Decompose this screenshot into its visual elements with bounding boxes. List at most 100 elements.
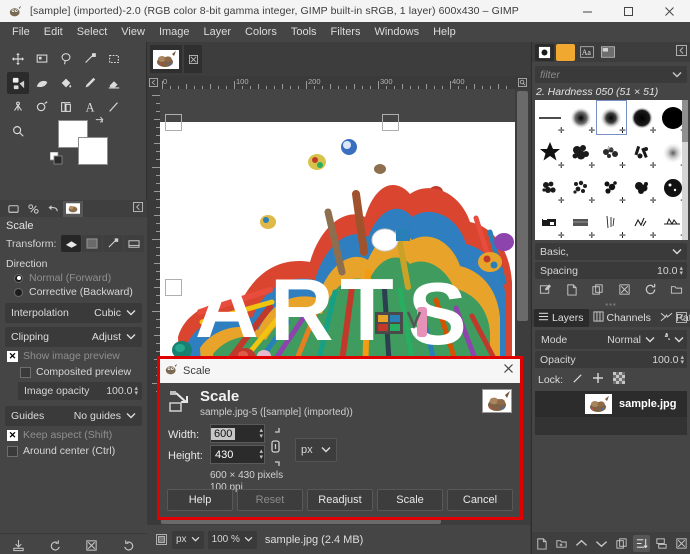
fonts-tab[interactable]: Aa <box>577 44 596 61</box>
image-opacity-slider[interactable]: Image opacity 100.0 ▴▾ <box>18 382 142 400</box>
chevron-down-icon[interactable] <box>672 69 682 81</box>
layer-list[interactable]: sample.jpg <box>535 391 687 435</box>
transform-image-icon[interactable] <box>124 235 144 252</box>
menu-help[interactable]: Help <box>426 24 463 40</box>
duplicate-brush-icon[interactable] <box>591 283 604 299</box>
brush-filter-bar[interactable]: filter <box>535 66 687 83</box>
layer-opacity-row[interactable]: Opacity 100.0 ▴▾ <box>535 351 687 368</box>
menu-image[interactable]: Image <box>152 24 197 40</box>
pencil-tool[interactable] <box>79 72 101 94</box>
brush-cell[interactable]: ✛ <box>535 205 566 240</box>
maximize-button[interactable] <box>608 0 649 22</box>
edit-brush-icon[interactable] <box>539 283 552 299</box>
close-button[interactable] <box>649 0 690 22</box>
unified-transform-tool[interactable] <box>7 72 29 94</box>
save-tool-preset-icon[interactable] <box>12 539 25 552</box>
ruler-origin-icon[interactable] <box>147 76 160 89</box>
new-layer-group-icon[interactable] <box>553 535 570 552</box>
transform-path-icon[interactable] <box>103 235 123 252</box>
brush-indicator-icon[interactable] <box>3 201 23 217</box>
menu-view[interactable]: View <box>114 24 152 40</box>
guides-combo[interactable]: Guides No guides <box>5 406 142 426</box>
refresh-brushes-icon[interactable] <box>644 283 657 299</box>
spinner-arrows-icon[interactable]: ▴▾ <box>259 446 263 463</box>
brush-cell[interactable]: ✛ <box>596 205 627 240</box>
reset-button[interactable]: Reset <box>237 489 303 511</box>
measure-tool[interactable] <box>103 96 125 118</box>
tab-channels[interactable]: Channels <box>589 309 656 327</box>
brush-cell[interactable]: ✛ <box>627 205 658 240</box>
spinner-arrows-icon[interactable]: ▴▾ <box>134 386 138 396</box>
image-tab-sample[interactable] <box>150 45 182 73</box>
menu-filters[interactable]: Filters <box>324 24 368 40</box>
brush-cell[interactable]: ✛ <box>535 135 566 170</box>
open-brush-folder-icon[interactable] <box>670 283 683 299</box>
delete-brush-icon[interactable] <box>618 283 631 299</box>
horizontal-ruler[interactable]: 0 100 200 300 400 <box>147 76 530 89</box>
delete-tool-preset-icon[interactable] <box>85 539 98 552</box>
layer-item-sample[interactable]: sample.jpg <box>535 391 687 417</box>
lock-position-icon[interactable] <box>592 372 604 387</box>
smudge-tool[interactable] <box>7 96 29 118</box>
menu-windows[interactable]: Windows <box>367 24 426 40</box>
new-brush-icon[interactable] <box>565 283 578 299</box>
transform-handle-top-right[interactable] <box>382 114 399 131</box>
move-tool[interactable] <box>7 48 29 70</box>
lock-alpha-icon[interactable] <box>613 372 625 387</box>
brush-cell-hardness-050[interactable]: ✛ <box>596 100 627 135</box>
eraser-tool[interactable] <box>103 72 125 94</box>
spinner-arrows-icon[interactable]: ▴▾ <box>679 266 683 276</box>
brush-cell[interactable]: ✛ <box>627 100 658 135</box>
switch-to-default-mode-icon[interactable] <box>659 333 670 346</box>
background-color-swatch[interactable] <box>78 137 108 165</box>
clone-tool[interactable] <box>31 96 53 118</box>
brush-cell[interactable]: ✛ <box>566 135 597 170</box>
brush-tag-selector[interactable]: Basic, <box>535 243 687 260</box>
interpolation-combo[interactable]: Interpolation Cubic <box>5 303 142 323</box>
brush-grid-scrollbar[interactable] <box>682 100 688 240</box>
cancel-button[interactable]: Cancel <box>447 489 513 511</box>
transform-layer-icon[interactable] <box>61 235 81 252</box>
transform-handle-top-left[interactable] <box>165 114 182 131</box>
active-image-indicator-icon[interactable] <box>63 201 83 217</box>
menu-colors[interactable]: Colors <box>238 24 284 40</box>
restore-tool-preset-icon[interactable] <box>49 539 62 552</box>
scale-dialog-close-icon[interactable] <box>503 363 514 376</box>
around-center-row[interactable]: Around center (Ctrl) <box>0 442 147 458</box>
brush-cell[interactable]: ✛ <box>566 100 597 135</box>
transform-handle-bottom-left[interactable] <box>165 279 182 296</box>
free-select-tool[interactable] <box>55 48 77 70</box>
patterns-tab[interactable] <box>556 44 575 61</box>
reset-colors-icon[interactable] <box>50 152 63 165</box>
brushes-tab[interactable] <box>535 44 554 61</box>
brush-cell[interactable]: ✛ <box>535 100 566 135</box>
menu-select[interactable]: Select <box>70 24 115 40</box>
delete-layer-icon[interactable] <box>673 535 690 552</box>
menu-layer[interactable]: Layer <box>197 24 239 40</box>
brush-cell[interactable]: ✛ <box>566 205 597 240</box>
menu-file[interactable]: File <box>5 24 37 40</box>
brush-cell[interactable]: Ac✛ <box>596 135 627 170</box>
readjust-button[interactable]: Readjust <box>307 489 373 511</box>
image-tab-close-icon[interactable] <box>184 45 202 73</box>
tab-layers[interactable]: Layers <box>534 309 589 327</box>
unit-selector[interactable]: px <box>172 531 204 549</box>
undo-history-icon[interactable] <box>43 201 63 217</box>
vertical-scroll-thumb[interactable] <box>517 91 528 321</box>
clipping-combo[interactable]: Clipping Adjust <box>5 327 142 347</box>
minimize-button[interactable] <box>567 0 608 22</box>
composited-preview-row[interactable]: Composited preview <box>0 363 147 379</box>
warp-transform-tool[interactable] <box>31 72 53 94</box>
direction-corrective-option[interactable]: Corrective (Backward) <box>0 285 147 299</box>
lower-layer-icon[interactable] <box>593 535 610 552</box>
menu-tools[interactable]: Tools <box>284 24 324 40</box>
spinner-arrows-icon[interactable]: ▴▾ <box>259 425 263 442</box>
heal-tool[interactable] <box>55 96 77 118</box>
menu-edit[interactable]: Edit <box>37 24 70 40</box>
scale-button[interactable]: Scale <box>377 489 443 511</box>
pattern-indicator-icon[interactable] <box>23 201 43 217</box>
help-button[interactable]: Help <box>167 489 233 511</box>
show-image-preview-row[interactable]: ✕ Show image preview <box>0 347 147 363</box>
reset-tool-options-icon[interactable] <box>122 539 135 552</box>
paths-tool[interactable] <box>79 48 101 70</box>
